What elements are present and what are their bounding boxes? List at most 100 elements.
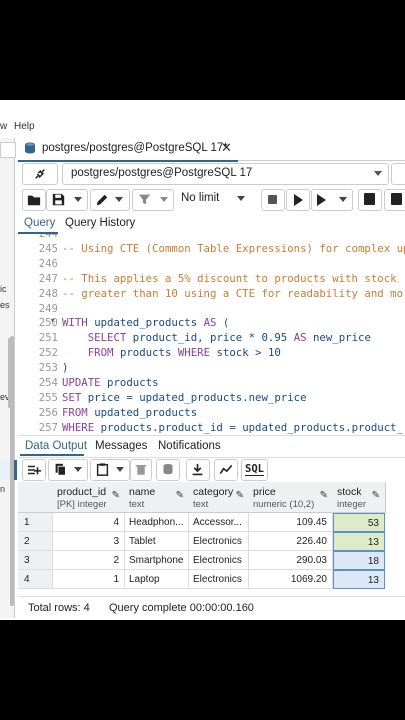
tab-messages[interactable]: Messages	[95, 440, 147, 452]
tab-query-tool[interactable]: postgres/postgres@PostgreSQL 17* ✕	[18, 138, 238, 162]
menu-help[interactable]: Help	[14, 121, 35, 132]
sql-button[interactable]: SQL	[241, 459, 268, 481]
save-data-button[interactable]	[156, 459, 180, 481]
code-token: price	[87, 390, 127, 404]
cell-product_id[interactable]: 1	[53, 570, 125, 589]
cell-product_id[interactable]: 4	[53, 513, 125, 532]
limit-select[interactable]: No limit	[174, 189, 254, 209]
limit-label: No limit	[181, 192, 220, 204]
code-token: FROM	[62, 405, 95, 419]
row-number[interactable]: 3	[18, 551, 53, 570]
edit-pencil-icon: ✎	[319, 490, 328, 501]
cell-stock[interactable]: 13	[333, 532, 385, 551]
tab-data-output[interactable]: Data Output	[25, 440, 87, 452]
cell-name[interactable]: Headphon...	[125, 513, 189, 532]
line-number: 252	[38, 346, 58, 360]
cell-stock[interactable]: 53	[333, 513, 385, 532]
code-line: 247 -- This applies a 5% discount to prod…	[18, 272, 405, 287]
column-header-name[interactable]: name text ✎	[125, 482, 190, 513]
cell-price[interactable]: 290.03	[249, 551, 333, 570]
column-header-category[interactable]: category text ✎	[189, 482, 250, 513]
connection-status-button[interactable]	[22, 163, 58, 185]
add-row-button[interactable]	[22, 459, 46, 481]
cell-price[interactable]: 109.45	[249, 513, 333, 532]
tab-notifications[interactable]: Notifications	[158, 440, 221, 452]
row-number[interactable]: 1	[18, 513, 53, 532]
cell-stock[interactable]: 13	[333, 570, 385, 589]
save-button[interactable]	[46, 189, 88, 211]
new-connection-button[interactable]	[391, 163, 405, 185]
paste-button[interactable]	[90, 459, 130, 481]
cell-category[interactable]: Accessor...	[189, 513, 249, 532]
delete-button[interactable]	[130, 459, 152, 481]
tab-indicator	[20, 454, 84, 456]
cell-name[interactable]: Laptop	[125, 570, 189, 589]
code-token: (	[216, 316, 230, 330]
tab-query[interactable]: Query	[24, 217, 55, 229]
left-panel-scrollbar[interactable]	[10, 336, 14, 606]
grid-corner[interactable]	[18, 482, 54, 513]
filter-button[interactable]	[132, 189, 174, 211]
cell-name[interactable]: Smartphone	[125, 551, 189, 570]
stop-button[interactable]	[261, 189, 285, 211]
chevron-down-icon	[74, 467, 82, 472]
graph-button[interactable]	[214, 459, 238, 481]
code-line: 256 FROM updated_products	[18, 406, 405, 421]
row-number[interactable]: 2	[18, 532, 53, 551]
sql-editor[interactable]: 244245 -- Using CTE (Common Table Express…	[18, 234, 405, 435]
tab-query-history[interactable]: Query History	[65, 217, 135, 229]
cell-category[interactable]: Electronics	[189, 532, 249, 551]
edit-button[interactable]	[90, 189, 130, 211]
cell-name[interactable]: Tablet	[125, 532, 189, 551]
code-token: -- greater than 10 using a CTE for reada…	[62, 286, 404, 300]
commit-button[interactable]	[358, 189, 382, 211]
column-name: price	[253, 486, 276, 498]
fold-toggle-icon[interactable]: ▾	[50, 316, 55, 326]
explain-button[interactable]	[311, 189, 353, 211]
code-token: updated_products	[94, 405, 198, 419]
cell-stock[interactable]: 18	[333, 551, 385, 570]
column-header-stock[interactable]: stock integer ✎	[333, 482, 386, 513]
column-header-price[interactable]: price numeric (10,2) ✎	[249, 482, 334, 513]
column-header-product_id[interactable]: product_id [PK] integer ✎	[53, 482, 126, 513]
plug-icon	[35, 169, 45, 179]
connection-select[interactable]: postgres/postgres@PostgreSQL 17	[62, 163, 389, 185]
line-number: 244	[18, 234, 58, 240]
database-icon	[25, 142, 35, 154]
play-icon	[294, 194, 303, 206]
code-text: WHERE products.product_id = updated_prod…	[62, 421, 403, 434]
cell-category[interactable]: Electronics	[189, 551, 249, 570]
cell-price[interactable]: 226.40	[249, 532, 333, 551]
copy-button[interactable]	[48, 459, 88, 481]
menu-view[interactable]: w	[0, 121, 7, 132]
data-toolbar: SQL	[18, 458, 405, 482]
save-icon	[52, 193, 65, 206]
clipboard-icon	[96, 463, 109, 476]
chevron-down-icon	[74, 197, 82, 202]
cell-product_id[interactable]: 3	[53, 532, 125, 551]
download-button[interactable]	[186, 459, 210, 481]
cell-price[interactable]: 1069.20	[249, 570, 333, 589]
cell-category[interactable]: Electronics	[189, 570, 249, 589]
open-file-button[interactable]	[22, 189, 46, 211]
code-token: stock	[216, 346, 256, 360]
close-icon[interactable]: ✕	[221, 140, 232, 156]
execute-button[interactable]	[286, 189, 310, 211]
line-number: 255	[38, 390, 58, 404]
cell-product_id[interactable]: 2	[53, 551, 125, 570]
code-text: WITH updated_products AS (	[62, 316, 229, 329]
rollback-button[interactable]	[384, 189, 405, 211]
explorer-fragment: n	[0, 484, 6, 494]
row-number[interactable]: 4	[18, 570, 53, 589]
code-line: 250 ▾ WITH updated_products AS (	[18, 316, 405, 331]
line-number: 253	[38, 361, 58, 375]
explorer-selected-item[interactable]	[0, 460, 17, 480]
code-token: SET	[62, 390, 88, 404]
chevron-down-icon	[160, 197, 168, 202]
code-token: *	[248, 331, 262, 345]
chevron-down-icon	[115, 197, 123, 202]
editor-tab-bar: postgres/postgres@PostgreSQL 17* ✕	[18, 138, 405, 162]
explorer-tab-button[interactable]	[0, 142, 16, 158]
explorer-fragment: ic	[0, 284, 7, 294]
